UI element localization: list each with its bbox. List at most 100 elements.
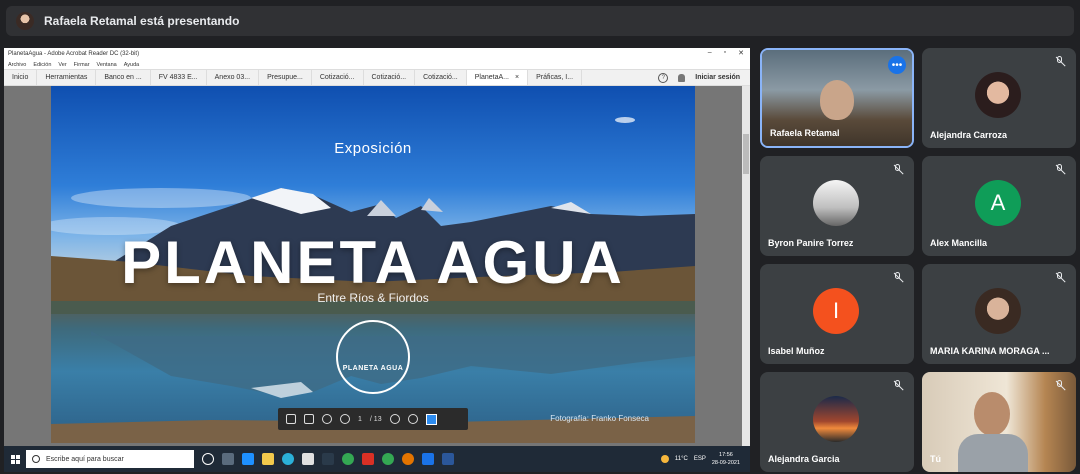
participant-name: Alex Mancilla — [930, 238, 988, 248]
tab-document[interactable]: Práficas, I... — [528, 70, 583, 85]
file-explorer-icon[interactable] — [262, 453, 274, 465]
mic-off-icon — [892, 380, 904, 392]
participant-tile[interactable]: Alejandra Carroza — [922, 48, 1076, 148]
acrobat-icon[interactable] — [362, 453, 374, 465]
tab-document[interactable]: Presupue... — [259, 70, 312, 85]
menu-firmar[interactable]: Firmar — [74, 62, 90, 68]
minimize-icon[interactable]: – — [708, 49, 712, 57]
mic-off-icon — [1054, 164, 1066, 176]
participant-tile-pinned[interactable]: ••• Rafaela Retamal — [760, 48, 914, 148]
participant-tile[interactable]: I Isabel Muñoz — [760, 264, 914, 364]
participant-tile[interactable]: A Alex Mancilla — [922, 156, 1076, 256]
full-screen-icon[interactable] — [425, 413, 437, 425]
tab-document[interactable]: Cotizació... — [415, 70, 467, 85]
menu-ayuda[interactable]: Ayuda — [124, 62, 140, 68]
participant-name: Alejandra Garcia — [768, 454, 840, 464]
mail-icon[interactable] — [242, 453, 254, 465]
participant-avatar — [813, 180, 859, 226]
page-up-icon[interactable] — [322, 414, 332, 424]
search-icon — [32, 455, 40, 463]
mic-off-icon — [1054, 56, 1066, 68]
weather-icon — [660, 455, 669, 463]
taskbar-apps — [202, 453, 454, 465]
participant-avatar: A — [975, 180, 1021, 226]
tab-planetaagua[interactable]: PlanetaA... × — [466, 70, 529, 85]
language-indicator[interactable]: ESP — [694, 456, 706, 462]
save-icon[interactable] — [286, 414, 296, 424]
participant-name: Alejandra Carroza — [930, 130, 1008, 140]
taskbar-clock[interactable]: 17:56 28-09-2021 — [712, 451, 740, 467]
acrobat-menu-bar: Archivo Edición Ver Firmar Ventana Ayuda — [4, 60, 750, 69]
participant-tile[interactable]: MARIA KARINA MORAGA ... — [922, 264, 1076, 364]
menu-ver[interactable]: Ver — [58, 62, 66, 68]
tab-close-icon[interactable]: × — [515, 74, 519, 81]
slide-page: Exposición PLANETA AGUA Entre Ríos & Fio… — [51, 86, 695, 443]
sign-in-button[interactable]: Iniciar sesión — [695, 74, 740, 81]
task-view-icon[interactable] — [222, 453, 234, 465]
photo-credit: Fotografía: Franko Fonseca — [550, 414, 649, 423]
participant-avatar — [813, 396, 859, 442]
participant-tile-self[interactable]: Tú — [922, 372, 1076, 472]
self-shirt — [958, 434, 1028, 472]
presenting-pill[interactable]: Rafaela Retamal está presentando — [6, 6, 1074, 36]
chrome-icon[interactable] — [382, 453, 394, 465]
tab-herramientas[interactable]: Herramientas — [37, 70, 97, 85]
menu-archivo[interactable]: Archivo — [8, 62, 26, 68]
temperature[interactable]: 11°C — [675, 456, 688, 462]
chrome-icon[interactable] — [402, 453, 414, 465]
tab-document[interactable]: FV 4833 E... — [151, 70, 207, 85]
participant-tile[interactable]: Byron Panire Torrez — [760, 156, 914, 256]
windows-start-icon[interactable] — [4, 446, 26, 472]
system-tray: 11°C ESP 17:56 28-09-2021 — [660, 446, 740, 472]
window-title: PlanetaAgua - Adobe Acrobat Reader DC (3… — [8, 51, 140, 57]
page-down-icon[interactable] — [340, 414, 350, 424]
tab-document[interactable]: Cotizació... — [312, 70, 364, 85]
more-options-icon[interactable]: ••• — [888, 56, 906, 74]
store-icon[interactable] — [302, 453, 314, 465]
menu-ventana[interactable]: Ventana — [97, 62, 117, 68]
participant-face — [820, 80, 854, 120]
page-total: / 13 — [369, 415, 382, 423]
slide-title: PLANETA AGUA — [121, 229, 625, 296]
help-icon[interactable]: ? — [658, 72, 669, 83]
clock-time: 17:56 — [719, 452, 733, 458]
zoom-out-icon[interactable] — [389, 414, 400, 424]
meet-icon[interactable] — [422, 453, 434, 465]
pdf-floating-toolbar: 1 / 13 — [278, 408, 468, 430]
tab-inicio[interactable]: Inicio — [4, 70, 38, 85]
cortana-icon[interactable] — [202, 453, 214, 465]
participant-name: Tú — [930, 454, 941, 464]
word-icon[interactable] — [442, 453, 454, 465]
participant-name: Isabel Muñoz — [768, 346, 825, 356]
page-number-input[interactable]: 1 — [358, 416, 362, 423]
chrome-icon[interactable] — [342, 453, 354, 465]
tab-document[interactable]: Anexo 03... — [207, 70, 260, 85]
tab-document[interactable]: Banco en ... — [96, 70, 151, 85]
edge-icon[interactable] — [282, 453, 294, 465]
search-placeholder: Escribe aquí para buscar — [46, 455, 124, 463]
scrollbar-thumb[interactable] — [743, 134, 749, 174]
clock-date: 28-09-2021 — [711, 460, 740, 466]
participant-avatar: I — [813, 288, 859, 334]
zoom-in-icon[interactable] — [407, 414, 418, 424]
participant-tile[interactable]: Alejandra Garcia — [760, 372, 914, 472]
vertical-scrollbar[interactable] — [742, 86, 750, 446]
shared-screen: PlanetaAgua - Adobe Acrobat Reader DC (3… — [4, 48, 750, 472]
logo-text: PLANETA AGUA — [342, 365, 404, 372]
tab-document[interactable]: Cotizació... — [364, 70, 416, 85]
taskbar-search-box[interactable]: Escribe aquí para buscar — [26, 450, 194, 468]
participant-name: MARIA KARINA MORAGA ... — [930, 346, 1050, 356]
mic-off-icon — [892, 164, 904, 176]
participant-avatar — [975, 288, 1021, 334]
windows-taskbar: Escribe aquí para buscar 11°C ESP 17:56 … — [4, 446, 750, 472]
self-face — [974, 392, 1010, 436]
mic-off-icon — [1054, 272, 1066, 284]
presenting-text: Rafaela Retamal está presentando — [44, 14, 240, 28]
close-icon[interactable]: ✕ — [738, 49, 744, 57]
bell-icon[interactable] — [678, 73, 686, 82]
maximize-icon[interactable]: ▫ — [724, 49, 726, 57]
menu-edicion[interactable]: Edición — [33, 62, 51, 68]
print-icon[interactable] — [304, 414, 314, 424]
app-icon[interactable] — [322, 453, 334, 465]
document-viewport[interactable]: Exposición PLANETA AGUA Entre Ríos & Fio… — [4, 86, 750, 446]
